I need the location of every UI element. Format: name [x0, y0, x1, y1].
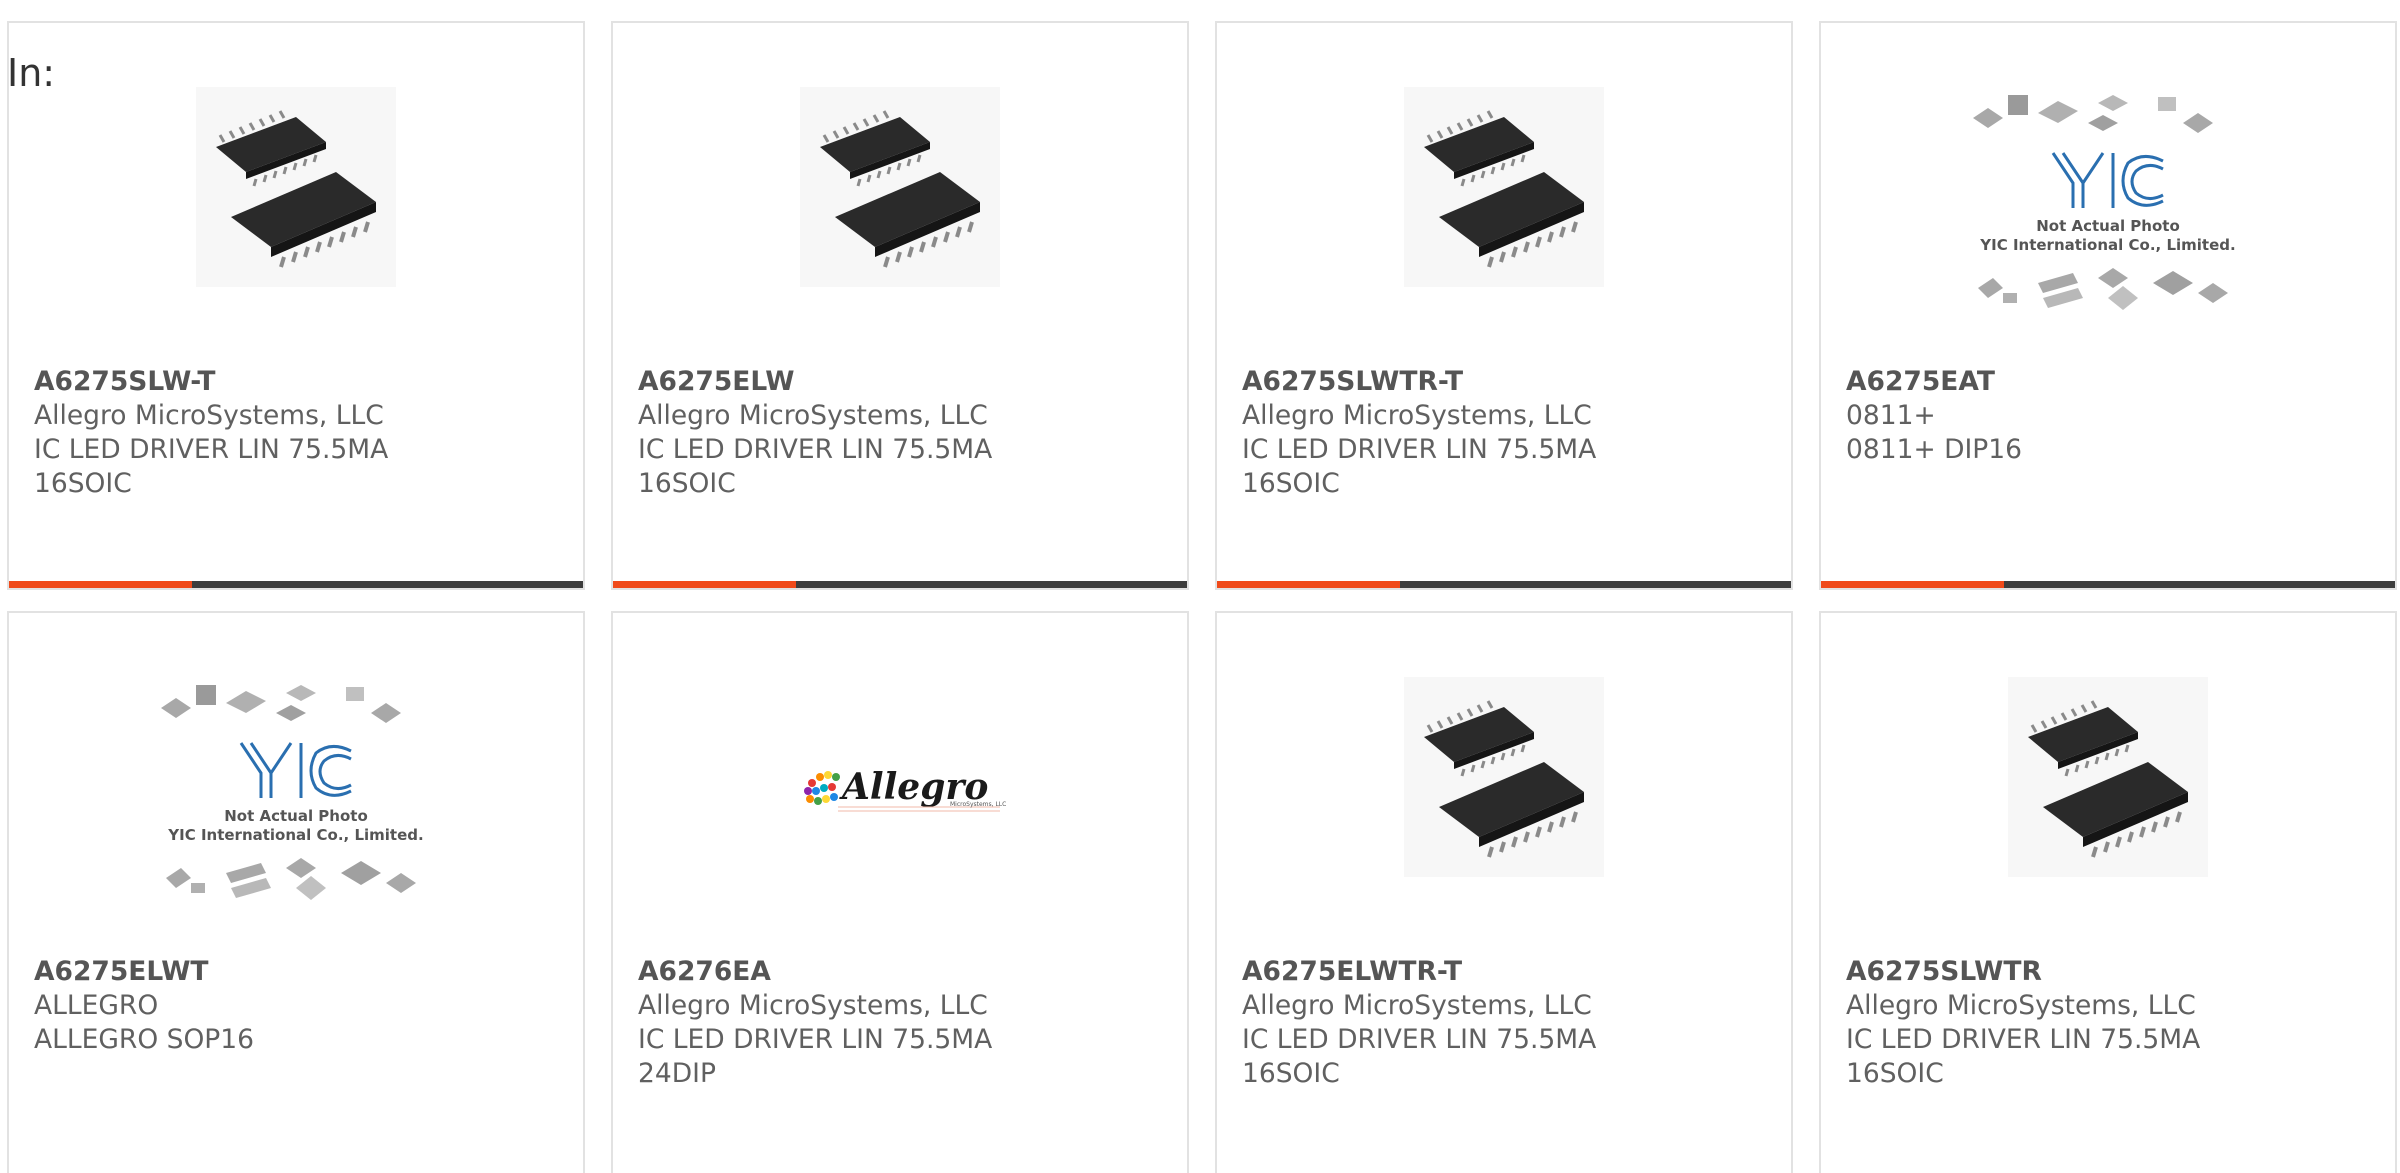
manufacturer: Allegro MicroSystems, LLC	[1846, 990, 2196, 1021]
description: ALLEGRO SOP16	[34, 1024, 255, 1055]
placeholder-company: YIC International Co., Limited.	[167, 826, 423, 844]
manufacturer: Allegro MicroSystems, LLC	[1242, 990, 1592, 1021]
placeholder-company: YIC International Co., Limited.	[1979, 236, 2235, 254]
package: 16SOIC	[1242, 468, 1340, 499]
chip-image[interactable]	[800, 87, 1000, 287]
card-accent-bar	[1217, 581, 1400, 588]
part-number[interactable]: A6275ELWT	[34, 955, 563, 989]
product-info: A6275ELWT ALLEGRO ALLEGRO SOP16	[34, 955, 563, 1057]
package: 16SOIC	[34, 468, 132, 499]
product-card[interactable]: A6275ELW Allegro MicroSystems, LLC IC LE…	[611, 21, 1189, 590]
product-info: A6275SLW-T Allegro MicroSystems, LLC IC …	[34, 365, 563, 501]
product-card[interactable]: Not Actual Photo YIC International Co., …	[1819, 21, 2397, 590]
part-number[interactable]: A6275ELW	[638, 365, 1167, 399]
chip-image[interactable]	[196, 87, 396, 287]
description: IC LED DRIVER LIN 75.5MA	[638, 1024, 993, 1055]
product-info: A6275EAT 0811+ 0811+ DIP16	[1846, 365, 2375, 467]
yic-placeholder-icon: Not Actual Photo YIC International Co., …	[161, 685, 424, 900]
description: IC LED DRIVER LIN 75.5MA	[34, 434, 389, 465]
product-card[interactable]: A6275SLWTR Allegro MicroSystems, LLC IC …	[1819, 611, 2397, 1173]
card-bottom-bar	[1217, 581, 1791, 588]
allegro-logo-icon: Allegro MicroSystems, LLC	[804, 766, 1006, 812]
description: IC LED DRIVER LIN 75.5MA	[1846, 1024, 2201, 1055]
in-label: In:	[7, 51, 56, 95]
product-info: A6275SLWTR-T Allegro MicroSystems, LLC I…	[1242, 365, 1771, 501]
part-number[interactable]: A6275SLWTR-T	[1242, 365, 1771, 399]
part-number[interactable]: A6276EA	[638, 955, 1167, 989]
soic-chip-icon	[1404, 677, 1604, 877]
product-card[interactable]: A6275SLWTR-T Allegro MicroSystems, LLC I…	[1215, 21, 1793, 590]
product-info: A6275ELW Allegro MicroSystems, LLC IC LE…	[638, 365, 1167, 501]
product-card[interactable]: A6275SLW-T Allegro MicroSystems, LLC IC …	[7, 21, 585, 590]
soic-chip-icon	[2008, 677, 2208, 877]
placeholder-image[interactable]: Not Actual Photo YIC International Co., …	[1958, 83, 2258, 323]
product-grid: A6275SLW-T Allegro MicroSystems, LLC IC …	[7, 21, 2400, 1173]
yic-placeholder-icon: Not Actual Photo YIC International Co., …	[1973, 95, 2236, 310]
manufacturer: 0811+	[1846, 400, 1936, 431]
manufacturer: Allegro MicroSystems, LLC	[638, 990, 988, 1021]
package: 24DIP	[638, 1058, 716, 1089]
package: 16SOIC	[1242, 1058, 1340, 1089]
soic-chip-icon	[800, 87, 1000, 287]
soic-chip-icon	[196, 87, 396, 287]
part-number[interactable]: A6275ELWTR-T	[1242, 955, 1771, 989]
card-bottom-bar	[1821, 581, 2395, 588]
card-accent-bar	[9, 581, 192, 588]
product-grid-page: In: A6275SLW-T Allegro MicroSystems, LLC…	[0, 0, 2400, 1173]
product-card[interactable]: Allegro MicroSystems, LLC A6276EA Allegr…	[611, 611, 1189, 1173]
card-accent-bar	[1821, 581, 2004, 588]
part-number[interactable]: A6275SLW-T	[34, 365, 563, 399]
description: IC LED DRIVER LIN 75.5MA	[638, 434, 993, 465]
chip-image[interactable]	[1404, 87, 1604, 287]
product-card[interactable]: Not Actual Photo YIC International Co., …	[7, 611, 585, 1173]
description: 0811+ DIP16	[1846, 434, 2022, 465]
card-accent-bar	[613, 581, 796, 588]
manufacturer: ALLEGRO	[34, 990, 159, 1021]
manufacturer-logo-image[interactable]: Allegro MicroSystems, LLC	[790, 733, 1010, 843]
description: IC LED DRIVER LIN 75.5MA	[1242, 434, 1597, 465]
package: 16SOIC	[638, 468, 736, 499]
manufacturer: Allegro MicroSystems, LLC	[34, 400, 384, 431]
description: IC LED DRIVER LIN 75.5MA	[1242, 1024, 1597, 1055]
placeholder-note: Not Actual Photo	[2036, 217, 2180, 235]
card-bottom-bar	[613, 581, 1187, 588]
placeholder-image[interactable]: Not Actual Photo YIC International Co., …	[146, 673, 446, 913]
package: 16SOIC	[1846, 1058, 1944, 1089]
part-number[interactable]: A6275EAT	[1846, 365, 2375, 399]
part-number[interactable]: A6275SLWTR	[1846, 955, 2375, 989]
product-card[interactable]: A6275ELWTR-T Allegro MicroSystems, LLC I…	[1215, 611, 1793, 1173]
soic-chip-icon	[1404, 87, 1604, 287]
chip-image[interactable]	[1404, 677, 1604, 877]
product-info: A6275ELWTR-T Allegro MicroSystems, LLC I…	[1242, 955, 1771, 1091]
placeholder-note: Not Actual Photo	[224, 807, 368, 825]
allegro-logo-subtext: MicroSystems, LLC	[950, 801, 1006, 808]
allegro-color-dots	[804, 771, 840, 805]
chip-image[interactable]	[2008, 677, 2208, 877]
product-info: A6276EA Allegro MicroSystems, LLC IC LED…	[638, 955, 1167, 1091]
manufacturer: Allegro MicroSystems, LLC	[638, 400, 988, 431]
product-info: A6275SLWTR Allegro MicroSystems, LLC IC …	[1846, 955, 2375, 1091]
card-bottom-bar	[9, 581, 583, 588]
manufacturer: Allegro MicroSystems, LLC	[1242, 400, 1592, 431]
